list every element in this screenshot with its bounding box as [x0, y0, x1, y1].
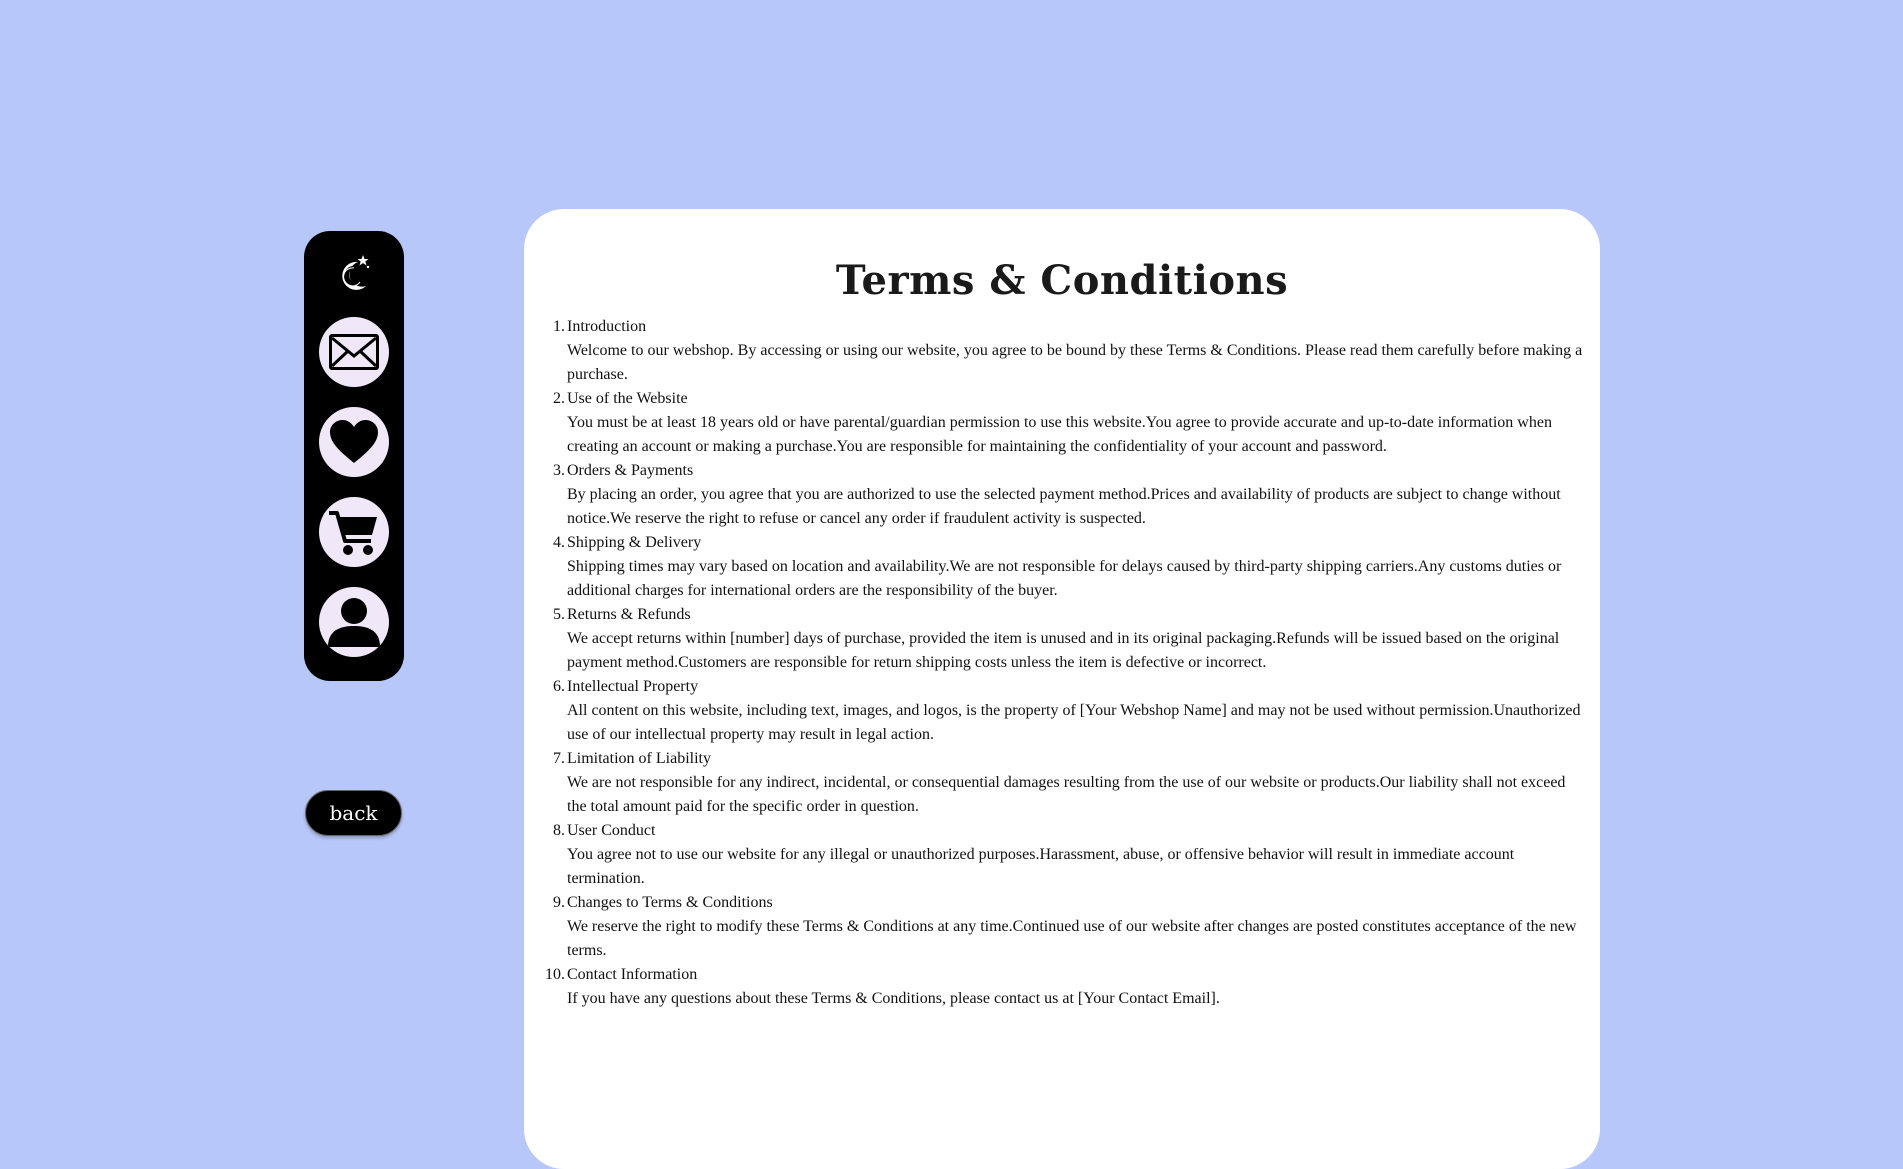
item-heading: Introduction [567, 318, 647, 335]
item-heading: Orders & Payments [567, 462, 694, 479]
mail-icon [329, 334, 379, 370]
item-body: By placing an order, you agree that you … [567, 486, 1561, 527]
item-number: 4. [553, 534, 565, 551]
terms-card: Terms & Conditions 1. Introduction Welco… [524, 209, 1600, 1169]
item-number: 3. [553, 462, 565, 479]
item-heading: Returns & Refunds [567, 606, 691, 623]
item-number: 10. [545, 966, 565, 983]
item-body: We accept returns within [number] days o… [567, 630, 1560, 671]
item-body: If you have any questions about these Te… [567, 990, 1220, 1007]
item-body: We reserve the right to modify these Ter… [567, 918, 1577, 959]
terms-item: 4. Shipping & Delivery Shipping times ma… [553, 531, 1583, 603]
terms-item: 6. Intellectual Property All content on … [553, 675, 1583, 747]
moon-star-logo[interactable] [334, 251, 374, 295]
sidebar [304, 231, 404, 681]
item-number: 5. [553, 606, 565, 623]
item-heading: Changes to Terms & Conditions [567, 894, 773, 911]
cart-icon [329, 511, 377, 555]
terms-item: 8. User Conduct You agree not to use our… [553, 819, 1583, 891]
user-icon [328, 598, 380, 647]
item-body: You must be at least 18 years old or hav… [567, 414, 1552, 455]
mail-button[interactable] [319, 317, 389, 387]
item-heading: User Conduct [567, 822, 656, 839]
item-heading: Contact Information [567, 966, 698, 983]
item-heading: Limitation of Liability [567, 750, 711, 767]
item-body: Shipping times may vary based on locatio… [567, 558, 1562, 599]
item-body: You agree not to use our website for any… [567, 846, 1515, 887]
item-heading: Shipping & Delivery [567, 534, 702, 551]
back-button[interactable]: back [305, 790, 402, 836]
account-button[interactable] [319, 587, 389, 657]
terms-list: 1. Introduction Welcome to our webshop. … [545, 315, 1583, 1011]
page-title: Terms & Conditions [835, 257, 1289, 304]
terms-item: 9. Changes to Terms & Conditions We rese… [553, 891, 1583, 963]
item-number: 1. [553, 318, 565, 335]
item-number: 9. [553, 894, 565, 911]
terms-item: 10. Contact Information If you have any … [545, 963, 1583, 1011]
item-body: All content on this website, including t… [567, 702, 1581, 743]
item-number: 6. [553, 678, 565, 695]
terms-item: 1. Introduction Welcome to our webshop. … [553, 315, 1583, 387]
terms-item: 2. Use of the Website You must be at lea… [553, 387, 1583, 459]
moon-logo-icon [342, 255, 370, 290]
item-heading: Use of the Website [567, 390, 688, 407]
item-body: We are not responsible for any indirect,… [567, 774, 1566, 815]
terms-item: 5. Returns & Refunds We accept returns w… [553, 603, 1583, 675]
item-number: 2. [553, 390, 565, 407]
heart-icon [330, 420, 378, 463]
cart-button[interactable] [319, 497, 389, 567]
wishlist-button[interactable] [319, 407, 389, 477]
item-heading: Intellectual Property [567, 678, 699, 695]
item-number: 7. [553, 750, 565, 767]
item-number: 8. [553, 822, 565, 839]
item-body: Welcome to our webshop. By accessing or … [567, 342, 1583, 383]
terms-item: 3. Orders & Payments By placing an order… [553, 459, 1583, 531]
terms-item: 7. Limitation of Liability We are not re… [553, 747, 1583, 819]
